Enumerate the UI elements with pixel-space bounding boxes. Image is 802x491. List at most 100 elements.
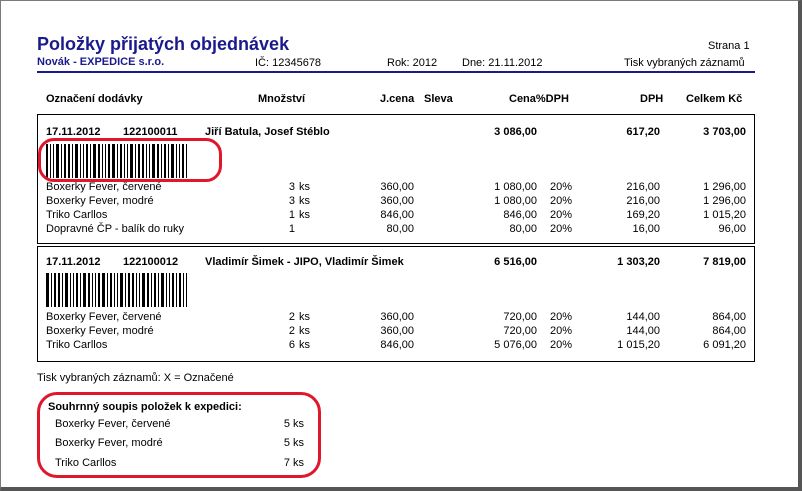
item-total: 864,00 <box>712 325 746 337</box>
barcode-bar <box>83 273 86 307</box>
item-vat-rate: 20% <box>550 195 573 207</box>
col-total: Celkem Kč <box>686 93 743 105</box>
col-discount: Sleva <box>424 93 453 105</box>
barcode-bar <box>158 273 159 307</box>
item-unit-price: 846,00 <box>380 339 414 351</box>
item-unit-price: 360,00 <box>380 311 414 323</box>
barcode-bar <box>46 273 49 307</box>
item-price: 720,00 <box>503 325 537 337</box>
summary-item-name: Boxerky Fever, červené <box>55 418 171 430</box>
barcode-bar <box>88 273 90 307</box>
barcode-bar <box>136 273 137 307</box>
barcode-bar <box>120 273 123 307</box>
item-vat: 144,00 <box>626 311 660 323</box>
item-name: Boxerky Fever, červené <box>46 311 162 323</box>
item-unit: ks <box>299 181 310 193</box>
barcode-highlight-oval <box>38 138 222 182</box>
barcode-bar <box>54 273 56 307</box>
col-quantity: Množství <box>258 93 306 105</box>
page-number: Strana 1 <box>708 40 750 52</box>
item-name: Boxerky Fever, červené <box>46 181 162 193</box>
item-total: 96,00 <box>718 223 746 235</box>
barcode-bar <box>183 273 184 307</box>
item-qty: 1 <box>288 223 295 235</box>
item-vat: 169,20 <box>626 209 660 221</box>
item-qty: 3 <box>288 181 295 193</box>
barcode-bar <box>125 273 126 307</box>
order-customer: Jiří Batula, Josef Stéblo <box>205 126 330 138</box>
item-unit: ks <box>299 195 310 207</box>
item-unit-price: 846,00 <box>380 209 414 221</box>
order-price: 6 516,00 <box>494 256 537 268</box>
item-unit-price: 360,00 <box>380 195 414 207</box>
barcode-bar <box>102 273 105 307</box>
item-unit-price: 80,00 <box>386 223 414 235</box>
barcode-bar <box>154 273 156 307</box>
item-vat-rate: 20% <box>550 209 573 221</box>
order-number: 122100012 <box>123 256 179 268</box>
summary-title: Souhrnný soupis položek k expedici: <box>48 401 242 413</box>
order-vat: 1 303,20 <box>617 256 660 268</box>
barcode-bar <box>110 273 112 307</box>
selection-note: Tisk vybraných záznamů: X = Označené <box>37 372 234 384</box>
item-price: 5 076,00 <box>494 339 537 351</box>
barcode-bar <box>62 273 63 307</box>
item-price: 1 080,00 <box>494 195 537 207</box>
barcode-bar <box>73 273 74 307</box>
item-qty: 1 <box>288 209 295 221</box>
item-vat-rate: 20% <box>550 339 573 351</box>
item-vat-rate: 20% <box>550 325 573 337</box>
item-vat-rate: 20% <box>550 223 573 235</box>
item-qty: 2 <box>288 311 295 323</box>
col-vat: DPH <box>640 93 664 105</box>
item-total: 6 091,20 <box>703 339 746 351</box>
barcode-bar <box>151 273 152 307</box>
item-price: 846,00 <box>503 209 537 221</box>
col-unit-price: J.cena <box>380 93 415 105</box>
print-mode: Tisk vybraných záznamů <box>624 57 745 69</box>
report-title: Položky přijatých objednávek <box>37 34 290 54</box>
order-vat: 617,20 <box>626 126 660 138</box>
item-name: Triko Carllos <box>46 339 108 351</box>
order-date: 17.11.2012 <box>46 256 101 268</box>
item-unit-price: 360,00 <box>380 325 414 337</box>
barcode-bar <box>142 273 145 307</box>
barcode-bar <box>132 273 134 307</box>
barcode-image <box>46 273 196 307</box>
barcode-bar <box>161 273 164 307</box>
item-unit: ks <box>299 325 310 337</box>
company-name: Novák - EXPEDICE s.r.o. <box>37 56 165 68</box>
barcode-bar <box>176 273 177 307</box>
barcode-bar <box>114 273 115 307</box>
barcode-bar <box>147 273 149 307</box>
item-price: 1 080,00 <box>494 181 537 193</box>
barcode-bar <box>51 273 52 307</box>
item-vat: 216,00 <box>626 181 660 193</box>
order-number: 122100011 <box>123 126 178 138</box>
item-vat: 216,00 <box>626 195 660 207</box>
barcode-bar <box>70 273 71 307</box>
item-name: Triko Carllos <box>46 209 108 221</box>
summary-item-qty: 5 ks <box>283 418 304 430</box>
item-total: 1 015,20 <box>703 209 746 221</box>
order-total: 7 819,00 <box>703 256 746 268</box>
item-name: Boxerky Fever, modré <box>46 195 154 207</box>
barcode-bar <box>65 273 68 307</box>
order-customer: Vladimír Šimek - JIPO, Vladimír Šimek <box>205 256 404 268</box>
item-vat: 144,00 <box>626 325 660 337</box>
item-unit: ks <box>299 339 310 351</box>
item-qty: 3 <box>288 195 295 207</box>
item-price: 720,00 <box>503 311 537 323</box>
barcode-bar <box>80 273 81 307</box>
item-qty: 2 <box>288 325 295 337</box>
barcode-bar <box>169 273 170 307</box>
item-vat: 1 015,20 <box>617 339 660 351</box>
col-designation: Označení dodávky <box>46 93 143 105</box>
summary-item-qty: 7 ks <box>283 457 304 469</box>
item-total: 864,00 <box>712 311 746 323</box>
item-unit: ks <box>299 209 310 221</box>
col-price-vat: Cena%DPH <box>509 93 569 105</box>
barcode-bar <box>128 273 130 307</box>
barcode-bar <box>98 273 100 307</box>
item-unit-price: 360,00 <box>380 181 414 193</box>
